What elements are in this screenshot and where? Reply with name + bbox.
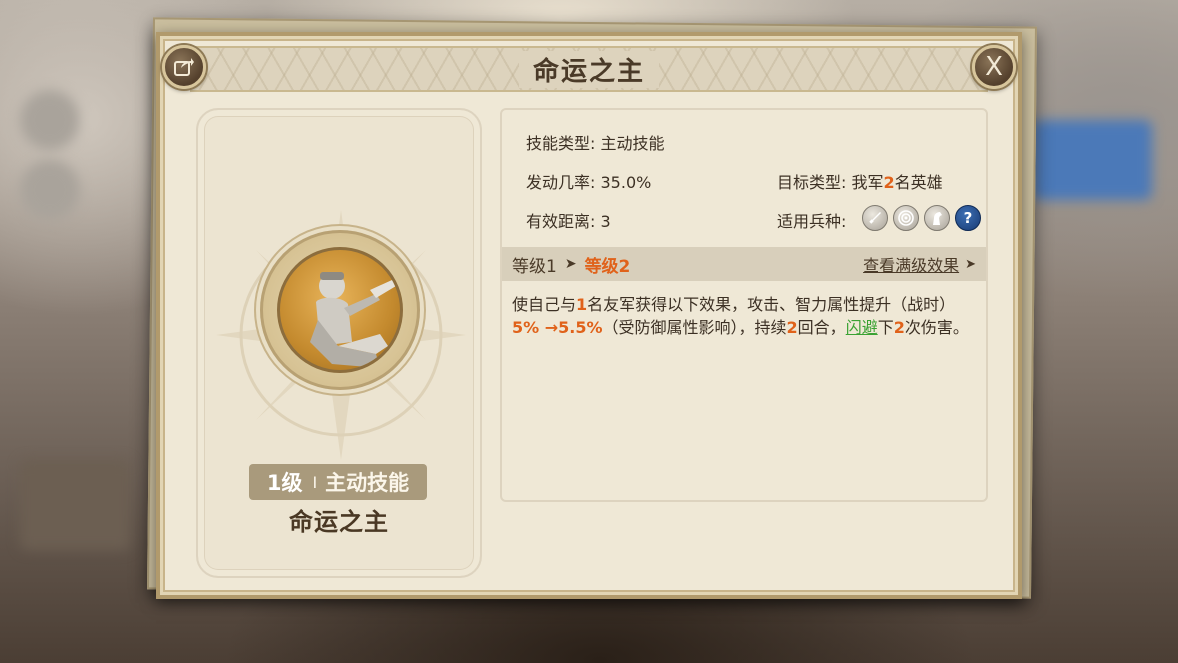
- troop-type-row: 适用兵种:: [777, 208, 846, 232]
- trigger-rate-label: 发动几率:: [526, 173, 596, 192]
- skill-level-type: 主动技能: [325, 471, 410, 495]
- target-type-label: 目标类型:: [777, 173, 847, 192]
- share-icon: [174, 58, 194, 76]
- range-label: 有效距离:: [526, 212, 596, 231]
- skill-info-panel: 技能类型: 主动技能 发动几率: 35.0% 有效距离: 3 目标类型: 我军2…: [500, 108, 988, 502]
- level-arrow-icon: ➤: [564, 256, 577, 272]
- skill-level-separator: I: [312, 472, 318, 492]
- desc-number: 2: [893, 318, 905, 337]
- skill-description: 使自己与1名友军获得以下效果，攻击、智力属性提升（战时） 5% →5.5%（受防御…: [512, 293, 974, 339]
- current-level: 等级1: [512, 256, 557, 277]
- target-type-row: 目标类型: 我军2名英雄: [777, 169, 943, 193]
- skill-medal: [260, 230, 420, 390]
- background-blur-shape: [20, 160, 80, 220]
- warrior-figure-icon: [310, 272, 396, 368]
- desc-value: 5% →5.5%: [512, 318, 603, 337]
- skill-type-value: 主动技能: [600, 134, 665, 153]
- sword-icon[interactable]: [862, 205, 888, 231]
- range-row: 有效距离: 3: [526, 208, 611, 232]
- skill-level-number: 1级: [266, 471, 303, 495]
- desc-number: 1: [576, 295, 588, 314]
- target-count: 2: [883, 173, 895, 192]
- view-max-arrow-icon[interactable]: ➤: [965, 257, 976, 272]
- troop-icons: ?: [862, 205, 981, 231]
- background-blur-shape: [1032, 120, 1152, 200]
- desc-text: 下: [877, 318, 894, 337]
- level-compare-bar: 等级1 ➤ 等级2 查看满级效果 ➤: [502, 247, 986, 281]
- dialog-title: 命运之主: [518, 50, 659, 88]
- trigger-rate-row: 发动几率: 35.0%: [526, 169, 651, 193]
- dodge-keyword-link[interactable]: 闪避: [846, 318, 878, 337]
- target-type-suffix: 名英雄: [894, 173, 943, 192]
- next-level: 等级2: [584, 256, 631, 277]
- trigger-rate-value: 35.0%: [600, 173, 652, 192]
- skill-card: 1级 I 主动技能 命运之主: [196, 108, 482, 578]
- desc-text: 使自己与: [512, 295, 577, 314]
- view-max-effect-link[interactable]: 查看满级效果: [863, 252, 959, 276]
- skill-portrait: [277, 247, 403, 373]
- desc-text: （受防御属性影响），持续: [602, 318, 787, 337]
- skill-dialog: 命运之主 X 1级 I 主动技能 命运之主 技能类型: 主动技能 发动几率: 3…: [156, 32, 1022, 599]
- skill-name: 命运之主: [289, 508, 389, 536]
- question-icon[interactable]: ?: [955, 205, 981, 231]
- horse-icon[interactable]: [924, 205, 950, 231]
- background-blur-shape: [20, 90, 80, 150]
- target-type-prefix: 我军: [851, 173, 884, 192]
- background-blur-shape: [20, 460, 130, 550]
- question-glyph: ?: [963, 209, 973, 227]
- range-value: 3: [600, 212, 611, 231]
- title-bar: 命运之主: [190, 46, 988, 92]
- skill-type-row: 技能类型: 主动技能: [526, 130, 665, 154]
- skill-level-badge: 1级 I 主动技能: [249, 464, 427, 500]
- desc-number: 2: [786, 318, 798, 337]
- close-icon: X: [985, 52, 1003, 82]
- desc-text: 名友军获得以下效果，攻击、智力属性提升（战时）: [587, 295, 956, 314]
- skill-type-label: 技能类型:: [526, 134, 596, 153]
- desc-text: 回合，: [797, 318, 846, 337]
- share-button[interactable]: [162, 45, 206, 89]
- close-button[interactable]: X: [972, 45, 1016, 89]
- desc-text: 次伤害。: [904, 318, 969, 337]
- target-icon[interactable]: [893, 205, 919, 231]
- troop-type-label: 适用兵种:: [777, 212, 847, 231]
